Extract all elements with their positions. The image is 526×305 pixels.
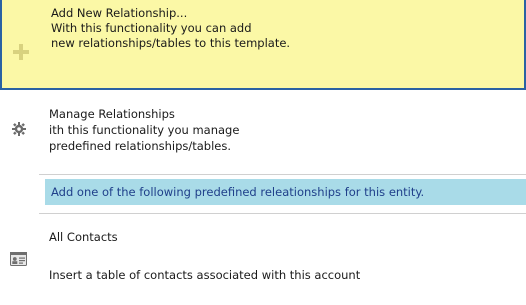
add-new-relationship-item[interactable]: Add New Relationship... With this functi… <box>0 0 526 90</box>
divider <box>39 174 526 175</box>
all-contacts-item[interactable]: All Contacts Insert a table of contacts … <box>0 218 526 305</box>
manage-relationships-text: Manage Relationships ith this functional… <box>49 106 239 154</box>
manage-relationships-desc-line2: predefined relationships/tables. <box>49 139 232 153</box>
manage-relationships-title: Manage Relationships <box>49 107 175 121</box>
add-relationship-text: Add New Relationship... With this functi… <box>51 6 290 51</box>
add-relationship-desc-line2: new relationships/tables to this templat… <box>51 36 291 50</box>
gear-icon <box>12 122 26 136</box>
all-contacts-title: All Contacts <box>49 230 118 244</box>
plus-icon <box>13 44 29 60</box>
predefined-relationships-banner: Add one of the following predefined rele… <box>45 179 526 205</box>
manage-relationships-desc-line1: ith this functionality you manage <box>49 123 240 137</box>
add-relationship-desc-line1: With this functionality you can add <box>51 21 252 35</box>
contact-card-icon <box>10 252 27 266</box>
divider <box>39 213 526 214</box>
manage-relationships-item[interactable]: Manage Relationships ith this functional… <box>0 92 526 172</box>
add-relationship-title: Add New Relationship... <box>51 6 188 20</box>
all-contacts-description: Insert a table of contacts associated wi… <box>49 268 361 282</box>
